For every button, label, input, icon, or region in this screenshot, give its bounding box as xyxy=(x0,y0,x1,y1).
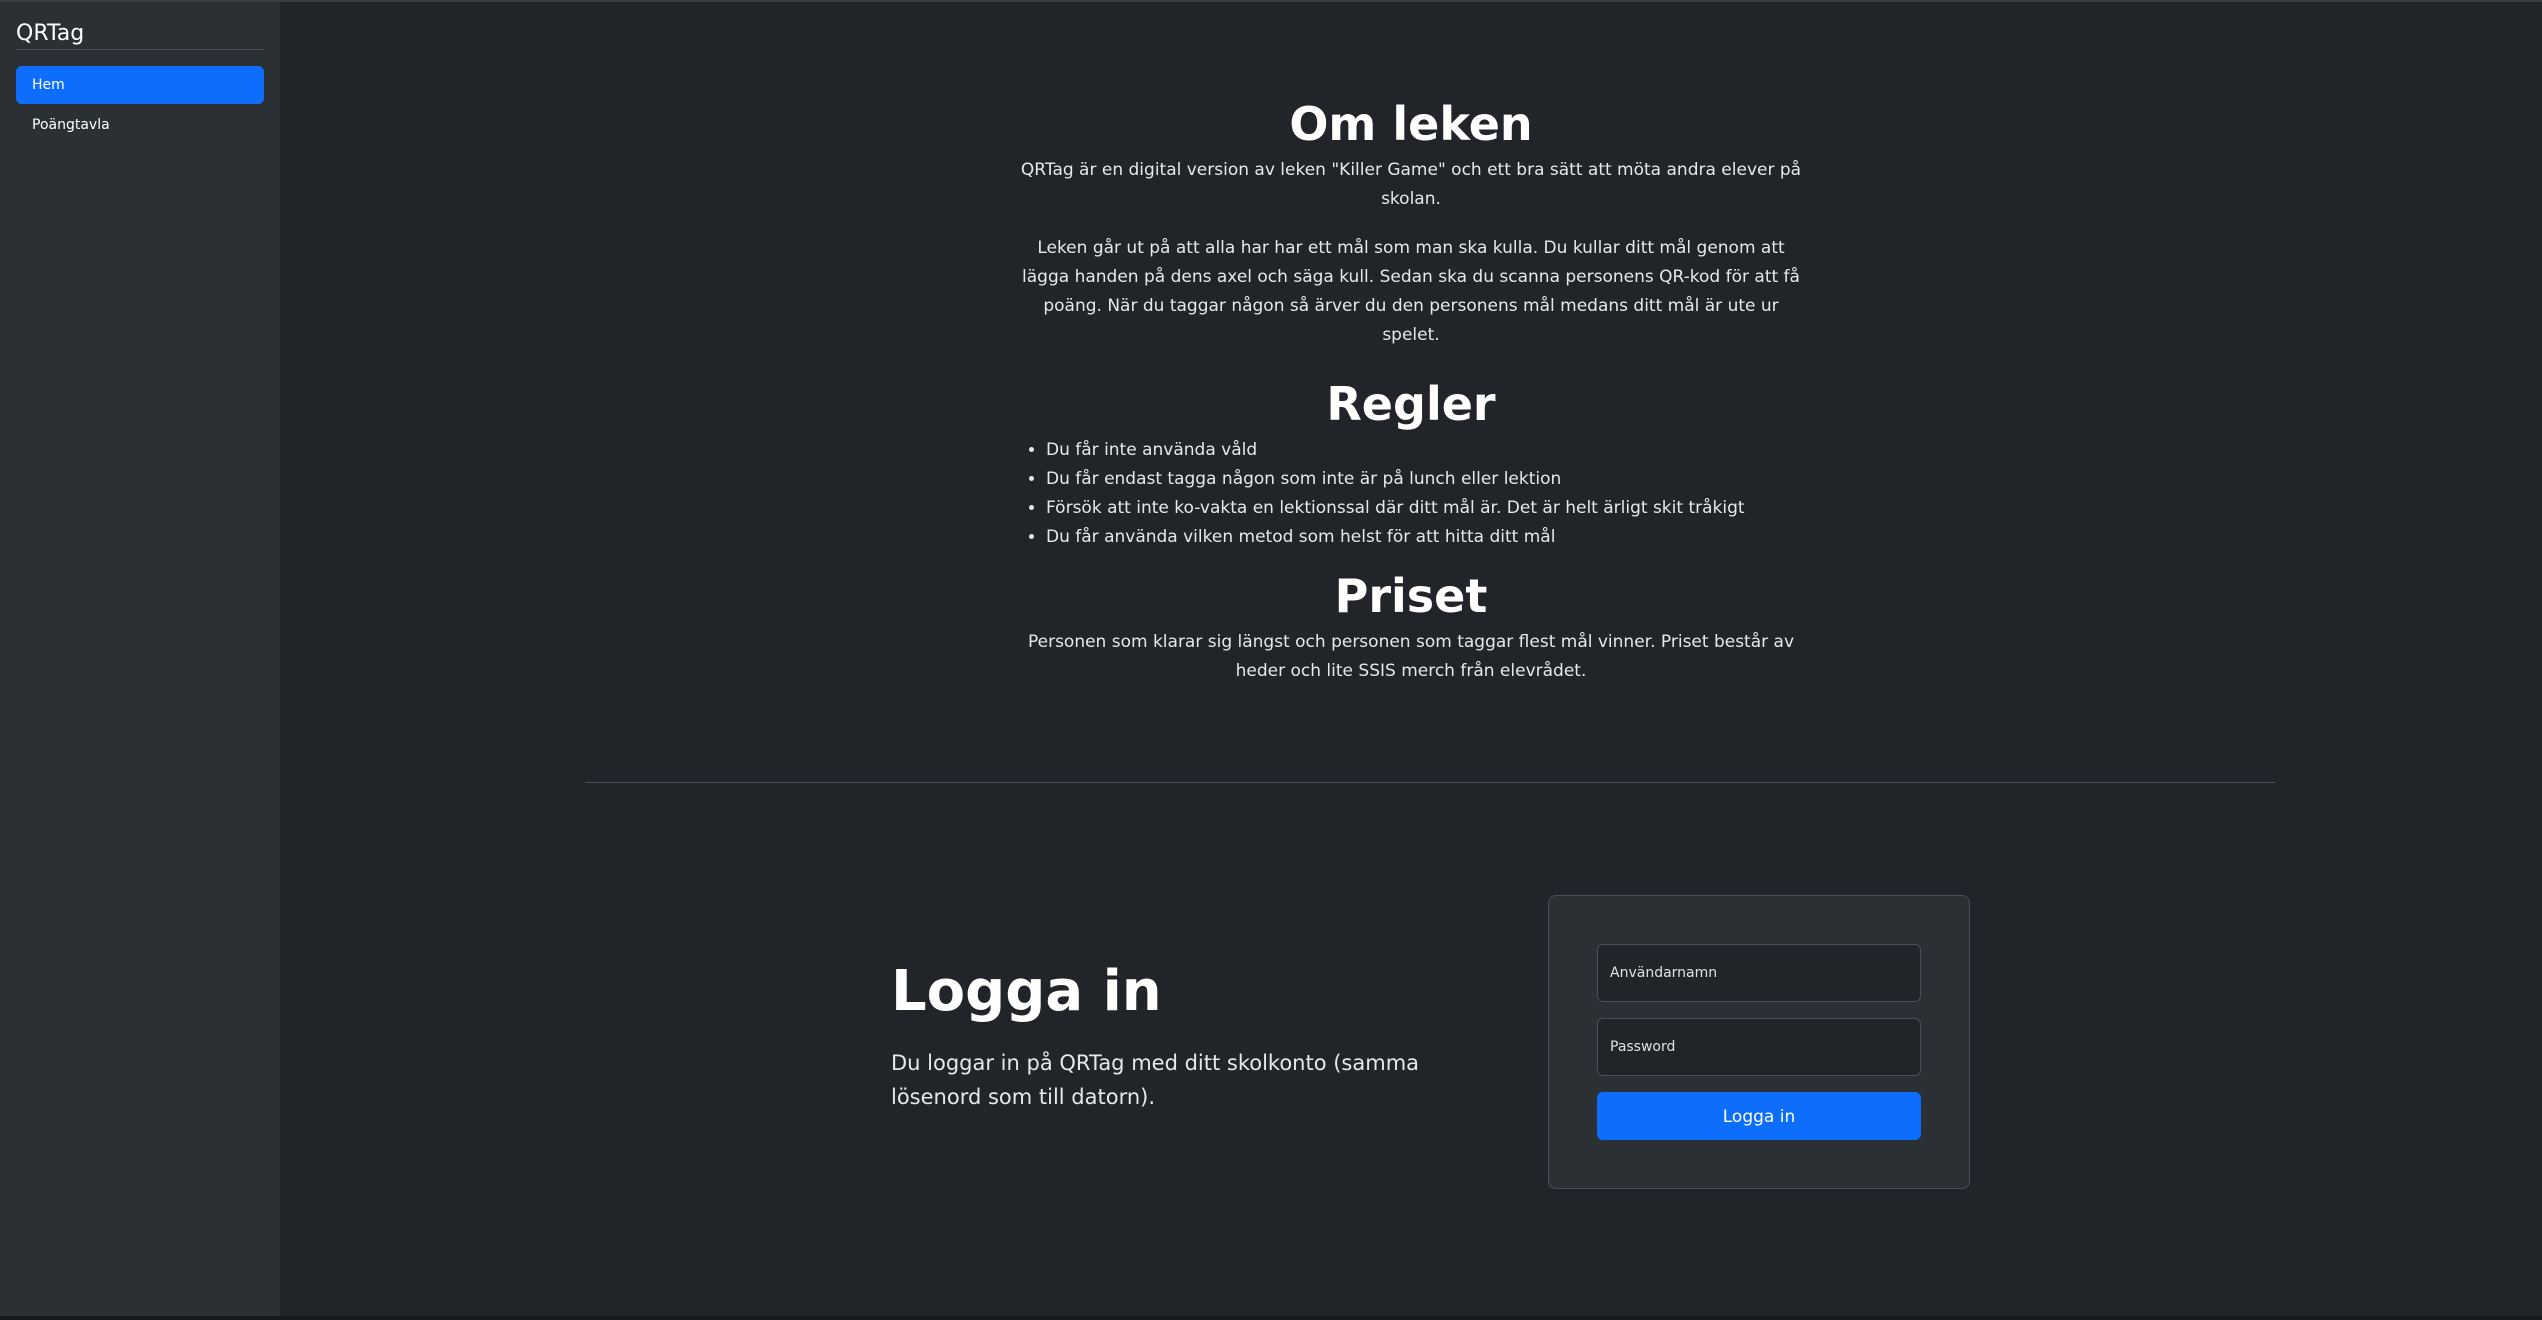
rules-list: Du får inte använda våld Du får endast t… xyxy=(1018,436,1804,552)
about-heading: Om leken xyxy=(1289,97,1533,151)
login-form: Logga in xyxy=(1548,895,1970,1189)
sidebar: QRTag Hem Poängtavla xyxy=(0,2,280,1316)
login-button[interactable]: Logga in xyxy=(1597,1092,1921,1140)
rules-heading: Regler xyxy=(1326,377,1496,431)
sidebar-item-poangtavla[interactable]: Poängtavla xyxy=(16,106,264,144)
main-content: Om leken QRTag är en digital version av … xyxy=(280,2,2542,1316)
list-item: Du får inte använda våld xyxy=(1046,436,1804,465)
list-item: Du får endast tagga någon som inte är på… xyxy=(1046,465,1804,494)
bottom-border xyxy=(0,1316,2542,1320)
list-item: Försök att inte ko-vakta en lektionssal … xyxy=(1046,494,1804,523)
login-heading: Logga in xyxy=(891,959,1162,1024)
username-input[interactable] xyxy=(1597,944,1921,1002)
about-intro: QRTag är en digital version av leken "Ki… xyxy=(1020,160,1802,209)
login-subtitle: Du loggar in på QRTag med ditt skolkonto… xyxy=(891,1051,1420,1109)
prize-text: Personen som klarar sig längst och perso… xyxy=(1027,632,1795,681)
password-input[interactable] xyxy=(1597,1018,1921,1076)
prize-heading: Priset xyxy=(1334,569,1488,623)
login-intro: Logga in Du loggar in på QRTag med ditt … xyxy=(891,952,1431,1114)
about-description: Leken går ut på att alla har har ett mål… xyxy=(1022,238,1800,345)
sidebar-item-hem[interactable]: Hem xyxy=(16,66,264,104)
section-divider xyxy=(585,782,2275,783)
list-item: Du får använda vilken metod som helst fö… xyxy=(1046,523,1804,552)
info-section: Om leken QRTag är en digital version av … xyxy=(1018,92,1804,708)
brand-title[interactable]: QRTag xyxy=(16,2,264,50)
